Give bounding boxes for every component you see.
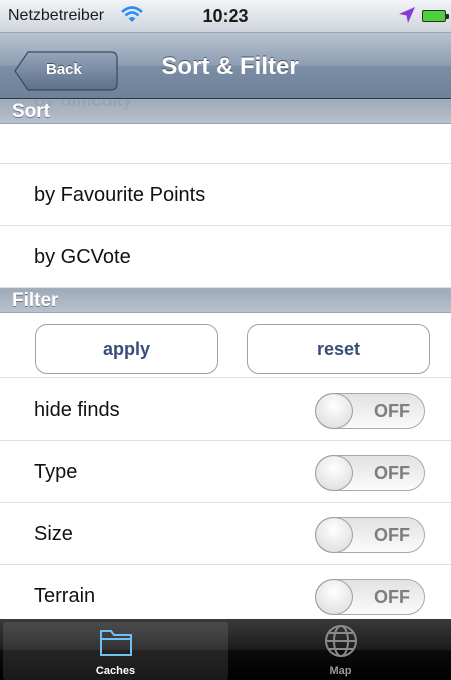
section-header-filter: Filter	[0, 288, 451, 313]
filter-row-size: Size OFF	[0, 503, 451, 565]
filter-row-hide-finds: hide finds OFF	[0, 379, 451, 441]
sort-item-gcvote[interactable]: by GCVote	[0, 226, 451, 288]
sort-item-label: by Favourite Points	[34, 184, 206, 206]
toggle-state: OFF	[374, 401, 410, 421]
tab-caches[interactable]: Caches	[3, 622, 228, 680]
page-title: Sort & Filter	[161, 53, 299, 80]
filter-row-terrain: Terrain OFF	[0, 565, 451, 627]
battery-icon	[422, 10, 449, 22]
filter-label: Terrain	[34, 585, 96, 607]
tab-label: Caches	[95, 665, 136, 677]
toggle-state: OFF	[374, 587, 410, 607]
apply-button[interactable]: apply	[35, 324, 218, 374]
terrain-toggle[interactable]: OFF	[315, 579, 425, 615]
back-button-label: Back	[46, 61, 82, 78]
filter-label: Size	[34, 523, 73, 545]
size-toggle[interactable]: OFF	[315, 517, 425, 553]
toggle-knob	[315, 517, 353, 553]
toggle-knob	[315, 393, 353, 429]
type-toggle[interactable]: OFF	[315, 455, 425, 491]
sort-item-favourite-points[interactable]: by Favourite Points	[0, 164, 451, 226]
filter-label: hide finds	[34, 399, 120, 421]
toggle-state: OFF	[374, 463, 410, 483]
navigation-bar: Back Sort & Filter	[0, 33, 451, 99]
filter-action-row: apply reset	[0, 322, 451, 378]
filter-row-type: Type OFF	[0, 441, 451, 503]
status-bar: Netzbetreiber 10:23	[0, 0, 451, 33]
reset-button[interactable]: reset	[247, 324, 430, 374]
hide-finds-toggle[interactable]: OFF	[315, 393, 425, 429]
folder-icon	[3, 626, 228, 661]
toggle-knob	[315, 455, 353, 491]
sort-item-label: by GCVote	[34, 246, 131, 268]
toggle-state: OFF	[374, 525, 410, 545]
location-arrow-icon	[398, 6, 416, 29]
tab-bar: Caches Map	[0, 619, 451, 680]
globe-icon	[228, 623, 451, 662]
tab-label: Map	[329, 665, 352, 677]
tab-map[interactable]: Map	[228, 619, 451, 680]
toggle-knob	[315, 579, 353, 615]
section-header-sort: Sort	[0, 99, 451, 124]
filter-label: Type	[34, 461, 78, 483]
status-time: 10:23	[202, 6, 249, 26]
